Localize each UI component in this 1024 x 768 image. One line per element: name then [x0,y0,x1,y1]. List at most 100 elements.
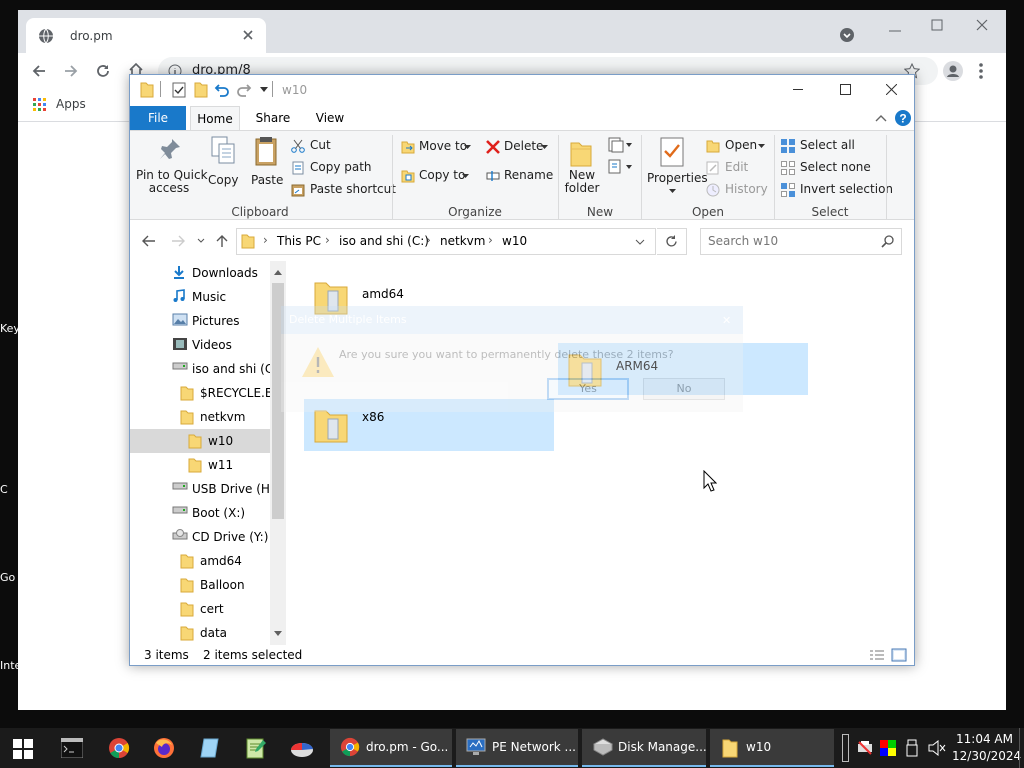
desktop-label[interactable]: Inte [0,659,18,672]
close-icon[interactable] [886,84,897,95]
start-windows-icon[interactable] [13,739,33,759]
tab-search-icon[interactable] [839,27,855,43]
sidebar-item[interactable]: Videos [130,333,270,357]
new-item-icon[interactable] [608,137,632,153]
terminal-icon[interactable] [61,738,83,758]
sidebar-item[interactable]: $RECYCLE.BIN [130,381,270,405]
sidebar-item[interactable]: Boot (X:) [130,501,270,525]
copy-path-button[interactable]: Copy path [310,160,372,174]
breadcrumb-this-pc[interactable]: This PC [277,234,321,248]
breadcrumb-separator[interactable]: › [263,233,268,247]
delete-dropdown-icon[interactable] [541,145,548,150]
dialog-yes-button[interactable]: Yes [547,378,629,400]
copy-to-dropdown-icon[interactable] [462,174,469,179]
tab-file[interactable]: File [130,106,186,130]
sidebar-item[interactable]: USB Drive (H:) [130,477,270,501]
redo-icon[interactable] [236,82,252,98]
undo-icon[interactable] [214,82,230,98]
dialog-no-button[interactable]: No [643,378,725,400]
forward-icon[interactable] [63,63,79,79]
reload-icon[interactable] [95,63,111,79]
properties-dropdown-icon[interactable] [669,189,676,194]
chrome-icon[interactable] [108,737,130,759]
pin-to-quick-access-button[interactable]: Pin to Quick access [136,169,208,195]
tray-printer-icon[interactable] [857,740,873,756]
copy-to-button[interactable]: Copy to [419,168,465,182]
browser-tab[interactable]: dro.pm [26,18,266,53]
breadcrumb-netkvm[interactable]: netkvm [440,234,485,248]
desktop-label[interactable]: Key [0,322,18,335]
history-button[interactable]: History [725,182,768,196]
notepad-icon[interactable] [199,737,221,759]
tab-share[interactable]: Share [248,106,298,130]
tray-color-icon[interactable] [880,740,896,756]
address-bar[interactable]: › This PC › iso and shi (C:) › netkvm › … [236,228,656,255]
paste-shortcut-button[interactable]: Paste shortcut [310,182,396,196]
profile-avatar-icon[interactable] [943,61,963,81]
sidebar-item[interactable]: data [130,621,270,645]
delete-button[interactable]: Delete [504,139,543,153]
breadcrumb-drive[interactable]: iso and shi (C:) [339,234,429,248]
cut-button[interactable]: Cut [310,138,331,152]
back-icon[interactable] [31,63,47,79]
select-none-button[interactable]: Select none [800,160,871,174]
firefox-icon[interactable] [153,737,175,759]
dialog-close-icon[interactable]: ✕ [722,314,731,327]
minimize-icon[interactable] [888,24,902,38]
search-box[interactable]: Search w10 [700,228,902,255]
menu-kebab-icon[interactable] [978,62,984,80]
maximize-icon[interactable] [840,84,851,95]
invert-selection-button[interactable]: Invert selection [800,182,893,196]
editor-icon[interactable] [245,737,267,759]
large-icons-view-icon[interactable] [891,648,907,662]
forward-icon[interactable] [171,234,185,248]
properties-button[interactable]: Properties [647,171,708,185]
collapse-ribbon-icon[interactable] [875,114,887,122]
sidebar-item[interactable]: amd64 [130,549,270,573]
maximize-icon[interactable] [931,19,943,31]
sidebar-item[interactable]: CD Drive (Y:) vi [130,525,270,549]
taskbar-app-disk-management[interactable]: Disk Manage... [582,729,706,767]
recent-locations-icon[interactable] [197,238,205,244]
rename-button[interactable]: Rename [504,168,553,182]
sidebar-item[interactable]: cert [130,597,270,621]
select-all-button[interactable]: Select all [800,138,855,152]
up-arrow-icon[interactable] [216,234,228,248]
clock-date[interactable]: 12/30/2024 [952,749,1021,763]
breadcrumb-separator[interactable]: › [488,233,493,247]
breadcrumb-separator[interactable]: › [426,233,431,247]
sidebar-item[interactable]: iso and shi (C:) [130,357,270,381]
sidebar-item[interactable]: w10 [130,429,270,453]
close-icon[interactable] [976,19,988,31]
sidebar-item[interactable]: Balloon [130,573,270,597]
tab-home[interactable]: Home [190,106,240,130]
move-to-dropdown-icon[interactable] [464,145,471,150]
minimize-icon[interactable] [793,89,803,90]
taskbar-app-explorer[interactable]: w10 [710,729,834,767]
show-desktop-button[interactable] [1019,728,1024,768]
keyboard-layout-indicator[interactable] [842,734,849,762]
new-folder-button[interactable]: New folder [562,169,602,195]
tray-usb-icon[interactable] [906,739,918,757]
clock-time[interactable]: 11:04 AM [956,732,1013,746]
new-folder-qat-icon[interactable] [194,82,208,98]
scroll-up-icon[interactable] [274,269,282,275]
back-icon[interactable] [142,234,156,248]
copy-button[interactable]: Copy [208,173,238,187]
address-dropdown-icon[interactable] [635,239,645,245]
refresh-button[interactable] [657,228,687,255]
desktop-label[interactable]: C [0,483,18,496]
open-dropdown-icon[interactable] [758,144,765,149]
open-button[interactable]: Open [725,138,757,152]
tab-view[interactable]: View [306,106,354,130]
details-view-icon[interactable] [869,649,885,661]
scroll-down-icon[interactable] [274,631,282,637]
sidebar-item[interactable]: Music [130,285,270,309]
qat-dropdown-icon[interactable] [260,87,268,93]
help-icon[interactable]: ? [894,109,912,127]
apps-bookmark[interactable]: Apps [56,97,86,111]
search-icon[interactable] [881,235,894,248]
properties-check-icon[interactable] [172,82,186,98]
partition-tool-icon[interactable] [290,738,314,758]
sidebar-item[interactable]: Downloads [130,261,270,285]
